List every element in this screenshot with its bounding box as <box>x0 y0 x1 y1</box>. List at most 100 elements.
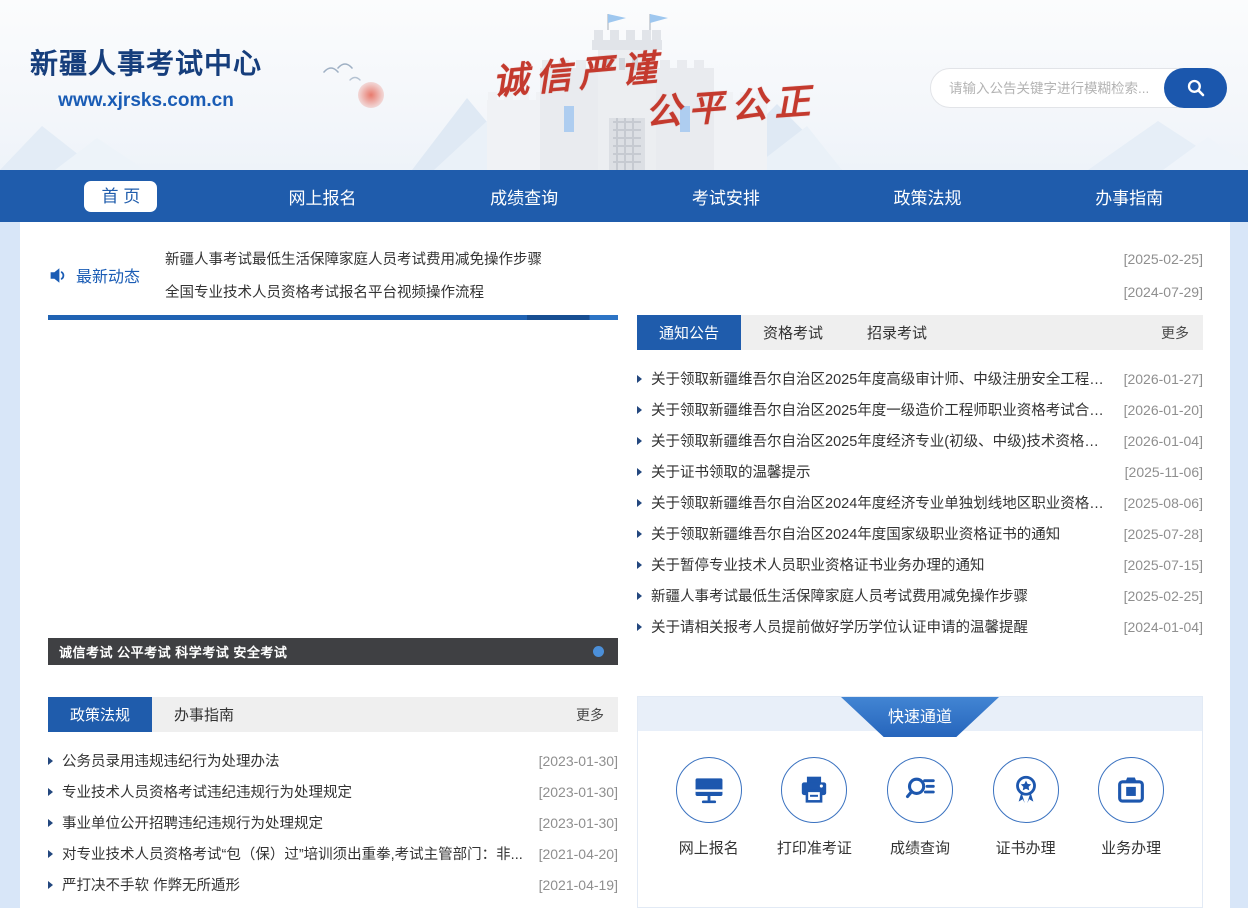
nav-item[interactable]: 首 页 <box>20 170 222 222</box>
item-link[interactable]: 关于暂停专业技术人员职业资格证书业务办理的通知 <box>651 554 1112 575</box>
triangle-bullet-icon <box>637 468 642 476</box>
item-link[interactable]: 关于领取新疆维吾尔自治区2025年度经济专业(初级、中级)技术资格证书... <box>651 430 1112 451</box>
policy-list: 公务员录用违规违纪行为处理办法 [2023-01-30] 专业技术人员资格考试违… <box>48 745 618 900</box>
quick-item-label: 成绩查询 <box>874 837 966 858</box>
item-link[interactable]: 对专业技术人员资格考试“包（保）过”培训须出重拳,考试主管部门：非... <box>62 843 527 864</box>
right-column: 通知公告 资格考试 招录考试 更多 关于领取新疆维吾尔自治区2025年度高级审计… <box>637 315 1203 908</box>
main-nav: 首 页 网上报名 成绩查询 考试安排 政策法规 办事指南 <box>0 170 1248 222</box>
quick-item-certificate[interactable]: 证书办理 <box>980 757 1072 858</box>
item-date: [2023-01-30] <box>539 753 618 769</box>
item-date: [2026-01-20] <box>1124 402 1203 418</box>
quick-item-print-ticket[interactable]: 打印准考证 <box>768 757 860 858</box>
monitor-icon <box>676 757 742 823</box>
notice-list: 关于领取新疆维吾尔自治区2025年度高级审计师、中级注册安全工程师... [20… <box>637 363 1203 642</box>
list-item: 关于暂停专业技术人员职业资格证书业务办理的通知 [2025-07-15] <box>637 549 1203 580</box>
item-link[interactable]: 关于领取新疆维吾尔自治区2024年度经济专业单独划线地区职业资格证... <box>651 492 1112 513</box>
list-item: 对专业技术人员资格考试“包（保）过”培训须出重拳,考试主管部门：非... [20… <box>48 838 618 869</box>
nav-item-label: 办事指南 <box>1095 184 1163 209</box>
triangle-bullet-icon <box>48 788 53 796</box>
news-link[interactable]: 新疆人事考试最低生活保障家庭人员考试费用减免操作步骤 <box>165 248 1112 269</box>
policy-more-link[interactable]: 更多 <box>576 697 618 732</box>
nav-item[interactable]: 办事指南 <box>1028 170 1230 222</box>
latest-news-list: 新疆人事考试最低生活保障家庭人员考试费用减免操作步骤 [2025-02-25] … <box>165 242 1203 308</box>
item-link[interactable]: 关于请相关报考人员提前做好学历学位认证申请的温馨提醒 <box>651 616 1112 637</box>
notice-tabs: 通知公告 资格考试 招录考试 <box>637 315 949 350</box>
item-link[interactable]: 关于领取新疆维吾尔自治区2025年度一级造价工程师职业资格考试合格... <box>651 399 1112 420</box>
score-search-icon <box>887 757 953 823</box>
site-logo: 新疆人事考试中心 www.xjrsks.com.cn <box>30 42 262 112</box>
list-item: 关于领取新疆维吾尔自治区2024年度经济专业单独划线地区职业资格证... [20… <box>637 487 1203 518</box>
triangle-bullet-icon <box>637 406 642 414</box>
site-header: 新疆人事考试中心 www.xjrsks.com.cn 诚信严谨 公平公正 <box>0 0 1248 170</box>
nav-item-label: 首 页 <box>84 181 157 212</box>
item-link[interactable]: 公务员录用违规违纪行为处理办法 <box>62 750 527 771</box>
item-date: [2023-01-30] <box>539 815 618 831</box>
nav-items: 首 页 网上报名 成绩查询 考试安排 政策法规 办事指南 <box>20 170 1230 222</box>
tab-notice[interactable]: 招录考试 <box>845 315 949 350</box>
latest-news-section: 最新动态 新疆人事考试最低生活保障家庭人员考试费用减免操作步骤 [2025-02… <box>48 242 1203 308</box>
triangle-bullet-icon <box>637 561 642 569</box>
search-box <box>930 68 1227 108</box>
tab-policy[interactable]: 政策法规 <box>48 697 152 732</box>
notice-more-link[interactable]: 更多 <box>1161 315 1203 350</box>
item-date: [2025-07-15] <box>1124 557 1203 573</box>
carousel-dot-indicator[interactable] <box>593 646 604 657</box>
item-date: [2021-04-19] <box>539 877 618 893</box>
news-item: 全国专业技术人员资格考试报名平台视频操作流程 [2024-07-29] <box>165 275 1203 308</box>
list-item: 关于领取新疆维吾尔自治区2025年度一级造价工程师职业资格考试合格... [20… <box>637 394 1203 425</box>
quick-item-business[interactable]: 业务办理 <box>1085 757 1177 858</box>
mountain-decoration-left <box>0 110 150 170</box>
quick-item-score-query[interactable]: 成绩查询 <box>874 757 966 858</box>
quick-channel-row: 网上报名 打印准考证 <box>638 731 1202 858</box>
triangle-bullet-icon <box>637 499 642 507</box>
nav-item[interactable]: 政策法规 <box>827 170 1029 222</box>
item-date: [2026-01-27] <box>1124 371 1203 387</box>
site-title: 新疆人事考试中心 <box>30 42 262 82</box>
news-item: 新疆人事考试最低生活保障家庭人员考试费用减免操作步骤 [2025-02-25] <box>165 242 1203 275</box>
item-date: [2026-01-04] <box>1124 433 1203 449</box>
item-link[interactable]: 事业单位公开招聘违纪违规行为处理规定 <box>62 812 527 833</box>
triangle-bullet-icon <box>48 881 53 889</box>
item-link[interactable]: 专业技术人员资格考试违纪违规行为处理规定 <box>62 781 527 802</box>
printer-icon <box>781 757 847 823</box>
tab-policy[interactable]: 办事指南 <box>152 697 256 732</box>
nav-item-label: 网上报名 <box>289 184 357 209</box>
sun-decoration <box>358 82 384 108</box>
list-item: 公务员录用违规违纪行为处理办法 [2023-01-30] <box>48 745 618 776</box>
news-date: [2024-07-29] <box>1124 284 1203 300</box>
list-item: 关于领取新疆维吾尔自治区2024年度国家级职业资格证书的通知 [2025-07-… <box>637 518 1203 549</box>
tab-notice[interactable]: 通知公告 <box>637 315 741 350</box>
nav-item[interactable]: 考试安排 <box>625 170 827 222</box>
list-item: 关于领取新疆维吾尔自治区2025年度高级审计师、中级注册安全工程师... [20… <box>637 363 1203 394</box>
item-link[interactable]: 关于证书领取的温馨提示 <box>651 461 1113 482</box>
search-button[interactable] <box>1164 68 1227 108</box>
nav-item-label: 政策法规 <box>894 184 962 209</box>
news-link[interactable]: 全国专业技术人员资格考试报名平台视频操作流程 <box>165 281 1112 302</box>
content-columns: 诚信考试 公平考试 科学考试 安全考试 政策法规 办事指南 更多 <box>48 315 1203 908</box>
nav-item[interactable]: 网上报名 <box>222 170 424 222</box>
triangle-bullet-icon <box>637 437 642 445</box>
item-link[interactable]: 新疆人事考试最低生活保障家庭人员考试费用减免操作步骤 <box>651 585 1112 606</box>
item-date: [2025-08-06] <box>1124 495 1203 511</box>
item-link[interactable]: 关于领取新疆维吾尔自治区2025年度高级审计师、中级注册安全工程师... <box>651 368 1112 389</box>
item-link[interactable]: 严打决不手软 作弊无所遁形 <box>62 874 527 895</box>
nav-item-label: 成绩查询 <box>490 184 558 209</box>
speaker-icon <box>48 265 69 286</box>
item-date: [2021-04-20] <box>539 846 618 862</box>
item-link[interactable]: 关于领取新疆维吾尔自治区2024年度国家级职业资格证书的通知 <box>651 523 1112 544</box>
tab-notice[interactable]: 资格考试 <box>741 315 845 350</box>
carousel-caption-text: 诚信考试 公平考试 科学考试 安全考试 <box>59 642 287 661</box>
quick-channel-panel: 快速通道 网上报名 <box>637 696 1203 908</box>
main-content: 最新动态 新疆人事考试最低生活保障家庭人员考试费用减免操作步骤 [2025-02… <box>20 222 1230 908</box>
list-item: 新疆人事考试最低生活保障家庭人员考试费用减免操作步骤 [2025-02-25] <box>637 580 1203 611</box>
list-item: 事业单位公开招聘违纪违规行为处理规定 [2023-01-30] <box>48 807 618 838</box>
carousel-slide[interactable] <box>48 320 618 638</box>
policy-tabbar: 政策法规 办事指南 更多 <box>48 697 618 732</box>
notice-tabbar: 通知公告 资格考试 招录考试 更多 <box>637 315 1203 350</box>
list-item: 严打决不手软 作弊无所遁形 [2021-04-19] <box>48 869 618 900</box>
quick-item-online-signup[interactable]: 网上报名 <box>663 757 755 858</box>
list-item: 专业技术人员资格考试违纪违规行为处理规定 [2023-01-30] <box>48 776 618 807</box>
nav-item[interactable]: 成绩查询 <box>423 170 625 222</box>
triangle-bullet-icon <box>48 757 53 765</box>
quick-channel-header: 快速通道 <box>638 697 1202 731</box>
